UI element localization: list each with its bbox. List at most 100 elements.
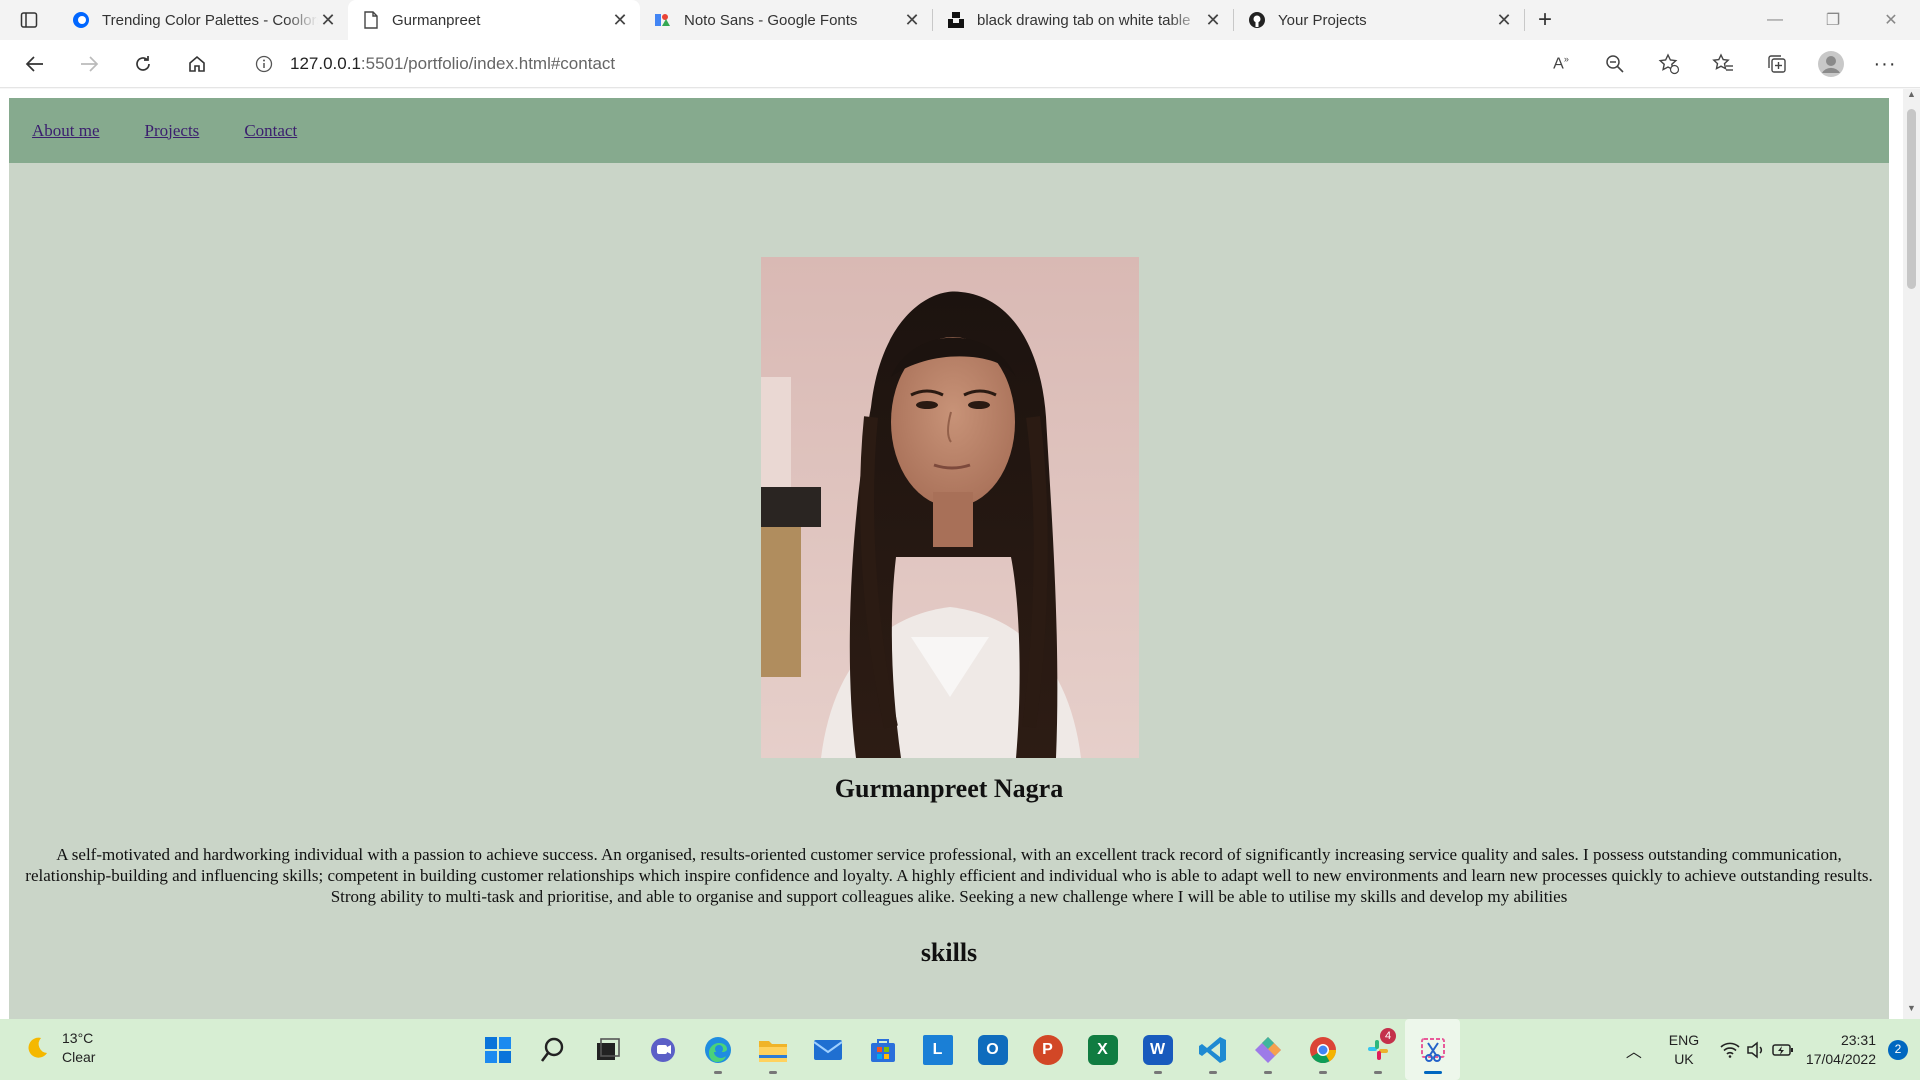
close-icon[interactable]: ✕ <box>902 10 922 30</box>
forward-button[interactable] <box>62 40 116 88</box>
close-icon[interactable]: ✕ <box>318 10 338 30</box>
chrome-app[interactable] <box>1295 1019 1350 1080</box>
restore-button[interactable]: ❐ <box>1804 0 1862 40</box>
profile-name: Gurmanpreet Nagra <box>834 774 1064 803</box>
store-app[interactable] <box>855 1019 910 1080</box>
l-app[interactable]: L <box>910 1019 965 1080</box>
profile-button[interactable] <box>1804 40 1858 88</box>
minimize-icon: — <box>1767 11 1783 28</box>
weather-condition: Clear <box>62 1049 96 1065</box>
snipping-tool-app[interactable] <box>1405 1019 1460 1080</box>
tab-title: Trending Color Palettes - Coolors <box>102 11 318 29</box>
close-icon[interactable]: ✕ <box>1203 10 1223 30</box>
unsplash-icon <box>947 11 965 29</box>
collections-icon <box>1768 55 1786 73</box>
start-button[interactable] <box>470 1019 525 1080</box>
snipping-tool-icon <box>1420 1037 1445 1062</box>
chat-app[interactable] <box>635 1019 690 1080</box>
url-host: 127.0.0.1 <box>290 54 361 73</box>
wifi-icon <box>1720 1042 1740 1058</box>
windows-logo-icon <box>484 1036 511 1063</box>
slack-app[interactable]: 4 <box>1350 1019 1405 1080</box>
task-view-button[interactable] <box>580 1019 635 1080</box>
restore-icon: ❐ <box>1825 12 1841 29</box>
home-icon <box>189 55 205 72</box>
powerpoint-icon: P <box>1032 1034 1063 1065</box>
settings-menu-button[interactable]: ··· <box>1858 40 1912 88</box>
tab-title: Your Projects <box>1278 11 1367 29</box>
minimize-button[interactable]: — <box>1746 0 1804 40</box>
profile-photo <box>761 257 1139 758</box>
git-app[interactable] <box>1240 1019 1295 1080</box>
close-icon[interactable]: ✕ <box>610 10 630 30</box>
edge-app[interactable] <box>690 1019 745 1080</box>
scrollbar-thumb[interactable] <box>1907 109 1916 289</box>
outlook-app[interactable]: O <box>965 1019 1020 1080</box>
toolbar-right: A» ··· <box>1534 40 1920 88</box>
show-hidden-icons-button[interactable]: ︿ <box>1614 1019 1654 1080</box>
tab-actions-button[interactable] <box>0 0 58 40</box>
star-add-icon <box>1658 53 1680 75</box>
vertical-scrollbar[interactable]: ▲ ▼ <box>1903 89 1920 1019</box>
site-nav: About me Projects Contact <box>9 98 1889 163</box>
volume-icon <box>1747 1040 1762 1059</box>
running-indicator <box>1373 1071 1382 1074</box>
address-bar[interactable]: 127.0.0.1:5501/portfolio/index.html#cont… <box>236 46 1736 82</box>
tab-google-fonts[interactable]: Noto Sans - Google Fonts ✕ <box>640 0 932 40</box>
clock-time: 23:31 <box>1840 1031 1876 1048</box>
back-button[interactable] <box>8 40 62 88</box>
running-indicator <box>768 1071 777 1074</box>
quick-settings-button[interactable] <box>1714 1019 1800 1080</box>
chrome-icon <box>1309 1036 1336 1063</box>
scroll-up-icon[interactable]: ▲ <box>1903 89 1920 105</box>
close-window-button[interactable]: ✕ <box>1862 0 1920 40</box>
home-button[interactable] <box>170 40 224 88</box>
github-icon <box>1248 11 1266 29</box>
close-icon[interactable]: ✕ <box>1494 10 1514 30</box>
language-indicator[interactable]: ENG UK <box>1654 1019 1714 1080</box>
page-viewport: About me Projects Contact Gurmanpreet Na… <box>0 89 1920 1019</box>
tab-gurmanpreet[interactable]: Gurmanpreet ✕ <box>348 0 640 40</box>
browser-toolbar: 127.0.0.1:5501/portfolio/index.html#cont… <box>0 40 1920 88</box>
nav-link-contact[interactable]: Contact <box>244 121 297 141</box>
vscode-app[interactable] <box>1185 1019 1240 1080</box>
browser-tab-bar: Trending Color Palettes - Coolors ✕ Gurm… <box>0 0 1920 40</box>
store-icon <box>870 1038 895 1062</box>
scroll-down-icon[interactable]: ▼ <box>1903 1003 1920 1019</box>
weather-widget[interactable]: 13°C Clear <box>24 1029 95 1067</box>
system-tray: ︿ ENG UK 23:31 17/04/2022 2 <box>1614 1019 1920 1080</box>
excel-app[interactable]: X <box>1075 1019 1130 1080</box>
file-explorer-app[interactable] <box>745 1019 800 1080</box>
tab-unsplash[interactable]: black drawing tab on white table ✕ <box>933 0 1233 40</box>
favorites-button[interactable] <box>1696 40 1750 88</box>
nav-link-projects[interactable]: Projects <box>145 121 200 141</box>
word-app[interactable]: W <box>1130 1019 1185 1080</box>
running-indicator <box>1423 1071 1442 1074</box>
portfolio-page: About me Projects Contact Gurmanpreet Na… <box>9 98 1889 1019</box>
search-button[interactable] <box>525 1019 580 1080</box>
language-region: UK <box>1674 1050 1694 1067</box>
add-favorite-button[interactable] <box>1642 40 1696 88</box>
notification-badge[interactable]: 2 <box>1888 1039 1908 1060</box>
language-code: ENG <box>1668 1031 1700 1048</box>
refresh-button[interactable] <box>116 40 170 88</box>
mail-app[interactable] <box>800 1019 855 1080</box>
profile-bio: A self-motivated and hardworking individ… <box>25 845 1873 906</box>
new-tab-button[interactable]: + <box>1525 0 1565 40</box>
tab-title: Noto Sans - Google Fonts <box>684 11 858 29</box>
tab-github[interactable]: Your Projects ✕ <box>1234 0 1524 40</box>
nav-link-about[interactable]: About me <box>32 121 100 141</box>
powerpoint-app[interactable]: P <box>1020 1019 1075 1080</box>
clock[interactable]: 23:31 17/04/2022 2 <box>1800 1019 1920 1080</box>
git-icon <box>1254 1036 1281 1063</box>
read-aloud-button[interactable]: A» <box>1534 40 1588 88</box>
tab-coolors[interactable]: Trending Color Palettes - Coolors ✕ <box>58 0 348 40</box>
collections-button[interactable] <box>1750 40 1804 88</box>
avatar-icon <box>1818 51 1844 77</box>
search-icon <box>540 1037 563 1062</box>
site-info-icon[interactable] <box>246 55 282 73</box>
zoom-button[interactable] <box>1588 40 1642 88</box>
outlook-icon: O <box>977 1034 1008 1065</box>
more-icon: ··· <box>1873 52 1897 75</box>
url-path: :5501/portfolio/index.html#contact <box>360 54 616 73</box>
